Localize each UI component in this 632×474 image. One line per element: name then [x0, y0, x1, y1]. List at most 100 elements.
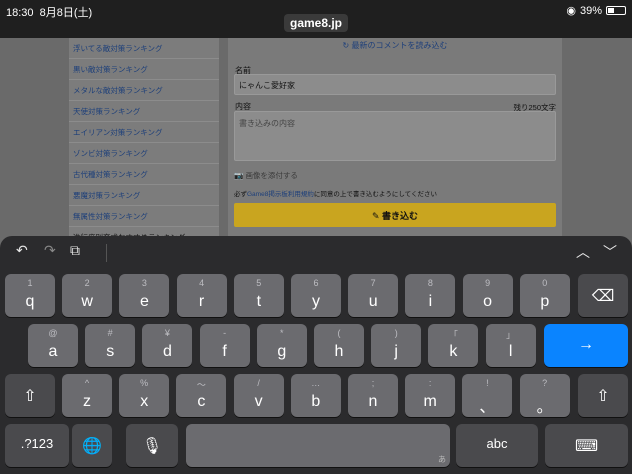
name-input[interactable]: にゃんこ愛好家 — [234, 74, 556, 95]
battery-icon — [606, 6, 626, 15]
key-b[interactable]: … b — [290, 374, 341, 417]
chevron-up-icon[interactable]: ︿ — [576, 242, 590, 262]
key-j[interactable]: ) j — [371, 324, 422, 367]
comment-form: ↻ 最新のコメントを読み込む 名前 にゃんこ愛好家 内容 残り250文字 書き込… — [228, 38, 562, 238]
key-secondary-label: @ — [48, 328, 58, 338]
content-textarea[interactable]: 書き込みの内容 — [234, 111, 556, 161]
key-f[interactable]: -f — [199, 324, 250, 367]
keyboard-dismiss-icon: ⌨ — [574, 438, 599, 455]
key-label: g — [277, 343, 287, 360]
camera-icon: 📷 — [234, 171, 244, 180]
microphone-key[interactable]: 🎙 — [126, 424, 178, 467]
key-w[interactable]: 2w — [62, 274, 113, 317]
web-page: 浮いてる敵対策ランキング 黒い敵対策ランキング メタルな敵対策ランキング 天使対策ラン… — [0, 38, 632, 248]
key-label: p — [540, 293, 550, 310]
key-t[interactable]: 5t — [233, 274, 284, 317]
on-screen-keyboard: ↶ ↷ ⧉ ︿ ﹀ 1 q 2 w 3 e 4 r 5 t 6 y 7 u 8 i 9 o 0 p ⌫ @ a # s ¥ d - f *… — [0, 236, 632, 474]
key-q[interactable]: 1q — [5, 274, 55, 317]
key-k[interactable]: 「k — [428, 324, 479, 367]
key-label: c — [197, 393, 206, 410]
key-c[interactable]: 〜 c — [176, 374, 227, 417]
key-label: 。 — [536, 399, 553, 416]
key-p[interactable]: 0p — [519, 274, 570, 317]
undo-icon[interactable]: ↶ — [16, 242, 28, 259]
key-secondary-label: 9 — [485, 278, 491, 288]
key-label: w — [81, 293, 93, 310]
delete-key[interactable]: ⌫ — [578, 274, 628, 317]
key-label: y — [312, 293, 320, 310]
key-secondary-label: ! — [486, 378, 489, 388]
sidebar-item[interactable]: エイリアン対策ランキング — [69, 122, 219, 143]
sidebar-item[interactable]: 悪魔対策ランキング — [69, 185, 219, 206]
chevron-down-icon[interactable]: ﹀ — [603, 242, 617, 262]
key-secondary-label: 」 — [506, 330, 516, 340]
key-n[interactable]: ; n — [348, 374, 398, 417]
sidebar-item[interactable]: 黒い敵対策ランキング — [69, 59, 219, 80]
key-m[interactable]: :m — [405, 374, 456, 417]
key-h[interactable]: (h — [314, 324, 364, 367]
key-secondary-label: 3 — [141, 278, 147, 288]
key-label: u — [368, 293, 378, 310]
key-label: .?123 — [20, 436, 54, 451]
key-secondary-label: # — [107, 328, 113, 338]
delete-icon: ⌫ — [591, 288, 615, 305]
key-label: h — [334, 343, 344, 360]
sidebar-item[interactable]: 無属性対策ランキング — [69, 206, 219, 227]
key-g[interactable]: * g — [256, 324, 307, 367]
key-secondary-label: 0 — [542, 278, 548, 288]
globe-icon: 🌐 — [82, 438, 102, 455]
sidebar-item[interactable]: ゾンビ対策ランキング — [69, 143, 219, 164]
key-secondary-label: 6 — [313, 278, 319, 288]
key-l[interactable]: 」 l — [485, 324, 536, 367]
key-label: m — [423, 393, 437, 410]
shift-key[interactable]: ⇧ — [5, 374, 55, 417]
sidebar-item[interactable]: 浮いてる敵対策ランキング — [69, 38, 219, 59]
key-label: o — [483, 293, 493, 310]
key-label: l — [508, 343, 513, 360]
key-。[interactable]: ?。 — [519, 374, 570, 417]
key-secondary-label: % — [140, 378, 149, 388]
numbers-key[interactable]: .?123 — [5, 424, 69, 467]
key-secondary-label: 4 — [199, 278, 205, 288]
key-o[interactable]: 9o — [462, 274, 513, 317]
key-d[interactable]: ¥ d — [142, 324, 193, 367]
key-a[interactable]: @ a — [28, 324, 78, 367]
keyboard-dismiss-key[interactable]: ⌨ — [545, 424, 628, 467]
key-secondary-label: 「 — [448, 330, 458, 340]
shift-key-right[interactable]: ⇧ — [578, 374, 628, 417]
key-v[interactable]: / v — [233, 374, 284, 417]
key-e[interactable]: 3e — [119, 274, 170, 317]
shift-icon: ⇧ — [23, 388, 37, 405]
sidebar-item[interactable]: 天使対策ランキング — [69, 101, 219, 122]
key-secondary-label: * — [280, 328, 284, 338]
key-label: a — [48, 343, 58, 360]
sidebar-item[interactable]: メタルな敵対策ランキング — [69, 80, 219, 101]
address-bar[interactable]: game8.jp — [0, 14, 632, 32]
key-secondary-label: ¥ — [164, 328, 170, 338]
key-secondary-label: ( — [337, 328, 341, 338]
globe-key[interactable]: 🌐 — [72, 424, 112, 467]
key-、[interactable]: !、 — [462, 374, 513, 417]
key-label: j — [394, 343, 398, 360]
submit-button[interactable]: ✎ 書き込む — [234, 203, 556, 227]
reload-comments-link[interactable]: ↻ 最新のコメントを読み込む — [228, 40, 562, 51]
key-i[interactable]: 8i — [405, 274, 456, 317]
sidebar-item[interactable]: 古代種対策ランキング — [69, 164, 219, 185]
key-s[interactable]: # s — [85, 324, 136, 367]
key-r[interactable]: 4r — [176, 274, 227, 317]
key-x[interactable]: % x — [119, 374, 170, 417]
shift-icon: ⇧ — [596, 388, 610, 405]
paste-icon[interactable]: ⧉ — [70, 242, 80, 259]
abc-key[interactable]: abc — [456, 424, 538, 467]
key-secondary-label: : — [428, 378, 432, 388]
attach-image-button[interactable]: 📷 画像を添付する — [234, 170, 298, 181]
return-key[interactable]: → — [544, 324, 628, 367]
key-secondary-label: 5 — [256, 278, 262, 288]
key-z[interactable]: ^ z — [62, 374, 112, 417]
terms-link[interactable]: Game8掲示板利用規約 — [247, 191, 314, 198]
key-y[interactable]: 6y — [291, 274, 341, 317]
key-label: i — [428, 293, 433, 310]
key-u[interactable]: 7u — [348, 274, 399, 317]
space-key[interactable]: あ — [186, 424, 450, 467]
redo-icon[interactable]: ↷ — [44, 242, 56, 259]
